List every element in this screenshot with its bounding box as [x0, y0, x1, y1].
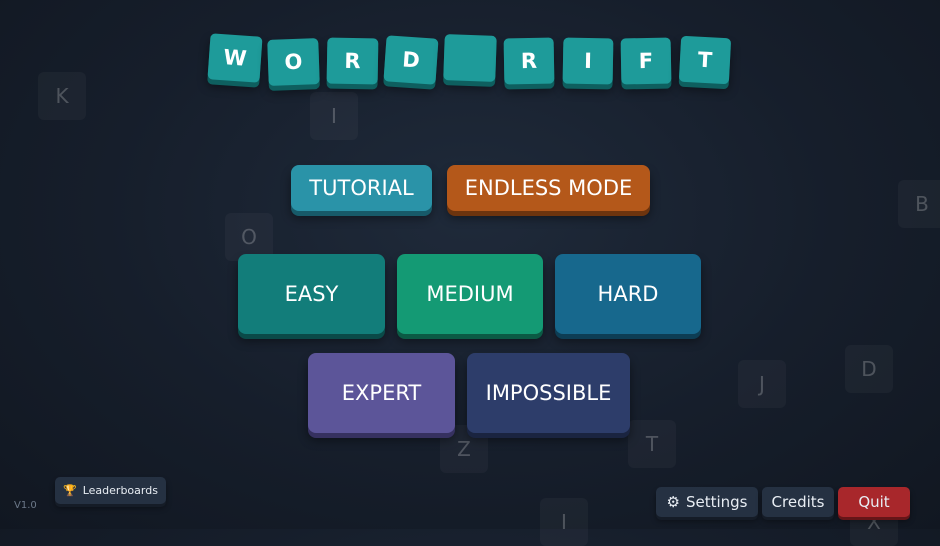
- hard-button[interactable]: HARD: [555, 254, 701, 334]
- title-letter-tile: [443, 34, 497, 82]
- medium-button[interactable]: MEDIUM: [397, 254, 543, 334]
- title-letter-tile: R: [326, 37, 379, 85]
- credits-button[interactable]: Credits: [762, 487, 834, 517]
- settings-button[interactable]: ⚙ Settings: [656, 487, 758, 517]
- easy-button[interactable]: EASY: [238, 254, 385, 334]
- title-letter-tile: W: [207, 33, 263, 83]
- background-letter-tile: I: [540, 498, 588, 546]
- title-letter-tile: D: [383, 35, 439, 85]
- endless-mode-button[interactable]: ENDLESS MODE: [447, 165, 650, 211]
- gear-icon: ⚙: [666, 493, 680, 511]
- background-letter-tile: K: [38, 72, 86, 120]
- tutorial-button[interactable]: TUTORIAL: [291, 165, 432, 211]
- title-letter-tile: I: [562, 37, 614, 85]
- background-letter-tile: T: [628, 420, 676, 468]
- leaderboards-button[interactable]: 🏆 Leaderboards: [55, 477, 166, 504]
- title-letter-tile: R: [503, 37, 555, 85]
- settings-label: Settings: [685, 493, 748, 511]
- title-letter-tile: F: [620, 37, 672, 85]
- background-letter-tile: D: [845, 345, 893, 393]
- trophy-icon: 🏆: [63, 484, 77, 497]
- impossible-button[interactable]: IMPOSSIBLE: [467, 353, 630, 433]
- background-letter-tile: J: [738, 360, 786, 408]
- background-letter-tile: I: [310, 92, 358, 140]
- title-letter-tile: T: [678, 35, 732, 85]
- background-letter-tile: B: [898, 180, 940, 228]
- expert-button[interactable]: EXPERT: [308, 353, 455, 433]
- title-letter-tile: O: [267, 38, 320, 86]
- quit-button[interactable]: Quit: [838, 487, 910, 517]
- leaderboards-label: Leaderboards: [82, 484, 158, 497]
- version-label: V1.0: [14, 500, 37, 511]
